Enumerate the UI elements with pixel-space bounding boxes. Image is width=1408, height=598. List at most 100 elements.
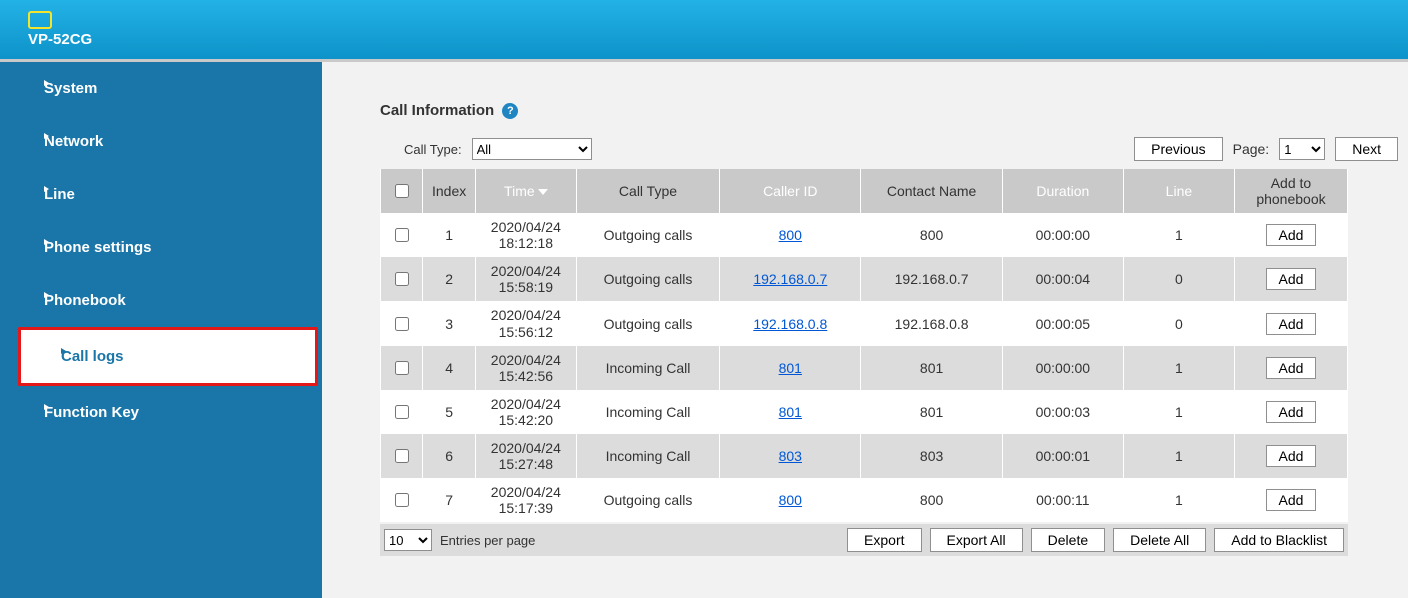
sidebar-item-network[interactable]: Network	[0, 115, 322, 168]
entries-per-page-select[interactable]: 10	[384, 529, 432, 551]
sidebar-item-phonebook[interactable]: Phonebook	[0, 274, 322, 327]
caller-id-link[interactable]: 800	[779, 227, 802, 243]
previous-button[interactable]: Previous	[1134, 137, 1222, 161]
sidebar-item-label: Phone settings	[44, 239, 152, 256]
cell-time: 2020/04/24 15:56:12	[475, 301, 576, 345]
cell-time: 2020/04/24 15:17:39	[475, 478, 576, 522]
export-all-button[interactable]: Export All	[930, 528, 1023, 552]
row-checkbox[interactable]	[395, 449, 409, 463]
cell-contact: 800	[861, 213, 1002, 257]
cell-call-type: Outgoing calls	[576, 257, 719, 301]
sidebar-item-label: Call logs	[61, 348, 124, 365]
brand-block: VP-52CG	[28, 11, 92, 48]
cell-index: 6	[423, 434, 475, 478]
brand-label: VP-52CG	[28, 31, 92, 48]
header-time[interactable]: Time	[475, 169, 576, 213]
row-checkbox[interactable]	[395, 317, 409, 331]
sidebar-item-phone-settings[interactable]: Phone settings	[0, 221, 322, 274]
cell-call-type: Incoming Call	[576, 390, 719, 434]
cell-line: 1	[1123, 390, 1234, 434]
table-row: 12020/04/24 18:12:18Outgoing calls800800…	[381, 213, 1348, 257]
row-checkbox[interactable]	[395, 405, 409, 419]
add-button[interactable]: Add	[1266, 445, 1317, 467]
header-checkbox-cell	[381, 169, 423, 213]
cell-contact: 803	[861, 434, 1002, 478]
caller-id-link[interactable]: 192.168.0.8	[753, 316, 827, 332]
add-button[interactable]: Add	[1266, 489, 1317, 511]
table-row: 72020/04/24 15:17:39Outgoing calls800800…	[381, 478, 1348, 522]
call-type-select[interactable]: All	[472, 138, 592, 160]
header-add: Add to phonebook	[1234, 169, 1347, 213]
add-button[interactable]: Add	[1266, 357, 1317, 379]
next-button[interactable]: Next	[1335, 137, 1398, 161]
sidebar-item-system[interactable]: System	[0, 62, 322, 115]
caller-id-link[interactable]: 803	[779, 448, 802, 464]
caller-id-link[interactable]: 801	[779, 360, 802, 376]
cell-line: 1	[1123, 478, 1234, 522]
add-button[interactable]: Add	[1266, 224, 1317, 246]
cell-time: 2020/04/24 15:27:48	[475, 434, 576, 478]
cell-time: 2020/04/24 18:12:18	[475, 213, 576, 257]
delete-all-button[interactable]: Delete All	[1113, 528, 1206, 552]
cell-duration: 00:00:00	[1002, 346, 1123, 390]
cell-call-type: Outgoing calls	[576, 478, 719, 522]
table-row: 52020/04/24 15:42:20Incoming Call8018010…	[381, 390, 1348, 434]
row-checkbox[interactable]	[395, 493, 409, 507]
cell-line: 0	[1123, 257, 1234, 301]
table-row: 62020/04/24 15:27:48Incoming Call8038030…	[381, 434, 1348, 478]
add-button[interactable]: Add	[1266, 268, 1317, 290]
cell-index: 7	[423, 478, 475, 522]
cell-duration: 00:00:05	[1002, 301, 1123, 345]
cell-duration: 00:00:03	[1002, 390, 1123, 434]
call-log-table: Index Time Call Type Caller ID Contact N…	[380, 169, 1348, 522]
row-checkbox[interactable]	[395, 272, 409, 286]
cell-duration: 00:00:11	[1002, 478, 1123, 522]
sidebar-item-call-logs[interactable]: Call logs	[18, 327, 318, 386]
header-line[interactable]: Line	[1123, 169, 1234, 213]
cell-duration: 00:00:04	[1002, 257, 1123, 301]
header-call-type[interactable]: Call Type	[576, 169, 719, 213]
cell-index: 4	[423, 346, 475, 390]
delete-button[interactable]: Delete	[1031, 528, 1105, 552]
row-checkbox[interactable]	[395, 228, 409, 242]
cell-line: 0	[1123, 301, 1234, 345]
logo-icon	[28, 11, 52, 29]
section-title-row: Call Information ?	[380, 102, 1398, 119]
caller-id-link[interactable]: 192.168.0.7	[753, 271, 827, 287]
caller-id-link[interactable]: 800	[779, 492, 802, 508]
cell-contact: 192.168.0.8	[861, 301, 1002, 345]
cell-call-type: Incoming Call	[576, 434, 719, 478]
sidebar-item-line[interactable]: Line	[0, 168, 322, 221]
add-button[interactable]: Add	[1266, 313, 1317, 335]
caret-right-icon	[44, 186, 49, 192]
cell-line: 1	[1123, 213, 1234, 257]
caret-right-icon	[44, 292, 49, 298]
help-icon[interactable]: ?	[502, 103, 518, 119]
export-button[interactable]: Export	[847, 528, 921, 552]
header-contact-name[interactable]: Contact Name	[861, 169, 1002, 213]
header-duration[interactable]: Duration	[1002, 169, 1123, 213]
sidebar-item-function-key[interactable]: Function Key	[0, 386, 322, 439]
row-checkbox[interactable]	[395, 361, 409, 375]
table-row: 22020/04/24 15:58:19Outgoing calls192.16…	[381, 257, 1348, 301]
section-title: Call Information	[380, 102, 494, 119]
cell-time: 2020/04/24 15:42:20	[475, 390, 576, 434]
add-to-blacklist-button[interactable]: Add to Blacklist	[1214, 528, 1344, 552]
cell-index: 3	[423, 301, 475, 345]
caret-right-icon	[44, 80, 49, 86]
sidebar-item-label: Network	[44, 133, 103, 150]
table-header-row: Index Time Call Type Caller ID Contact N…	[381, 169, 1348, 213]
entries-per-page-label: Entries per page	[440, 533, 535, 548]
sidebar-item-label: Function Key	[44, 404, 139, 421]
caller-id-link[interactable]: 801	[779, 404, 802, 420]
header-index: Index	[423, 169, 475, 213]
cell-duration: 00:00:01	[1002, 434, 1123, 478]
sidebar: System Network Line Phone settings Phonebook…	[0, 62, 322, 598]
add-button[interactable]: Add	[1266, 401, 1317, 423]
cell-index: 1	[423, 213, 475, 257]
header-caller-id[interactable]: Caller ID	[720, 169, 861, 213]
filter-row: Call Type: All Previous Page: 1 Next	[380, 137, 1398, 161]
page-select[interactable]: 1	[1279, 138, 1325, 160]
table-row: 32020/04/24 15:56:12Outgoing calls192.16…	[381, 301, 1348, 345]
select-all-checkbox[interactable]	[395, 184, 409, 198]
